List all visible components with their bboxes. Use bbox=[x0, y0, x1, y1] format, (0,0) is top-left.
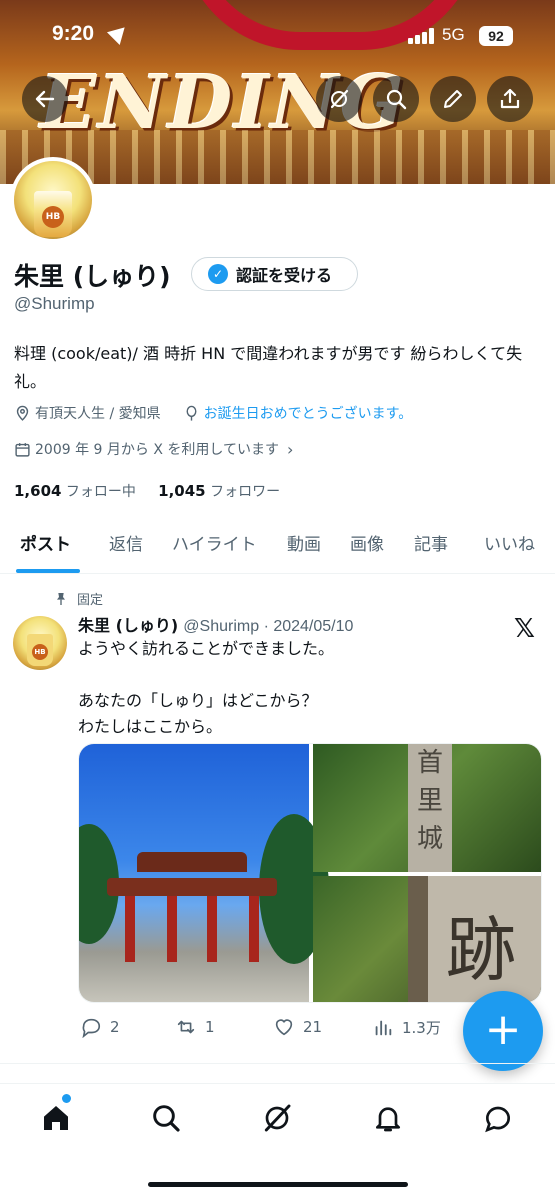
following-count: 1,604 bbox=[14, 482, 62, 500]
tab-photos[interactable]: 画像 bbox=[350, 530, 384, 555]
post-handle-date: @Shurimp · 2024/05/10 bbox=[183, 618, 354, 635]
share-button[interactable] bbox=[487, 76, 533, 122]
profile-link[interactable]: お誕生日おめでとうございます。 bbox=[204, 403, 413, 423]
home-indicator bbox=[148, 1182, 408, 1187]
battery-indicator: 92 bbox=[479, 26, 513, 46]
repost-button[interactable]: 1 bbox=[175, 1016, 215, 1038]
reply-icon bbox=[82, 1018, 101, 1038]
tab-posts[interactable]: ポスト bbox=[20, 530, 71, 555]
compose-post-button[interactable]: + bbox=[463, 991, 543, 1071]
post-media-grid: 首里城 跡 bbox=[78, 743, 542, 1003]
post-header: 朱里 (しゅり) @Shurimp · 2024/05/10 bbox=[78, 612, 353, 636]
nav-search[interactable] bbox=[146, 1098, 186, 1138]
views-button[interactable]: 1.3万 bbox=[372, 1016, 441, 1038]
grok-button[interactable] bbox=[316, 76, 362, 122]
profile-meta-row: 有頂天人生 / 愛知県 お誕生日おめでとうございます。 bbox=[14, 403, 412, 423]
pinned-label: 固定 bbox=[77, 593, 104, 608]
location-arrow-icon bbox=[106, 20, 132, 46]
nav-home[interactable] bbox=[36, 1098, 76, 1138]
search-button[interactable] bbox=[373, 76, 419, 122]
joined-date: 2009 年 9 月から X を利用しています bbox=[35, 442, 279, 458]
search-icon bbox=[153, 1105, 180, 1132]
grok-icon bbox=[264, 1104, 291, 1132]
network-type: 5G bbox=[442, 25, 465, 44]
bell-icon bbox=[376, 1107, 400, 1132]
signal-icon bbox=[408, 28, 434, 44]
post-image-stone-carving[interactable]: 跡 bbox=[313, 876, 541, 1002]
grok-icon bbox=[330, 89, 349, 109]
followers-count: 1,045 bbox=[158, 482, 206, 500]
tab-likes[interactable]: いいね bbox=[484, 530, 535, 555]
tab-videos[interactable]: 動画 bbox=[287, 530, 321, 555]
location-pin-icon bbox=[16, 405, 29, 421]
profile-location: 有頂天人生 / 愛知県 bbox=[35, 406, 161, 422]
status-time: 9:20 bbox=[52, 22, 95, 45]
tab-replies[interactable]: 返信 bbox=[109, 530, 143, 555]
post-divider bbox=[0, 1063, 555, 1064]
repost-count: 1 bbox=[205, 1018, 215, 1036]
tab-articles[interactable]: 記事 bbox=[414, 530, 448, 555]
pencil-icon bbox=[444, 90, 462, 108]
analytics-icon bbox=[375, 1020, 392, 1036]
calendar-icon bbox=[15, 442, 30, 457]
like-count: 21 bbox=[303, 1018, 323, 1036]
followers-link[interactable]: 1,045 フォロワー bbox=[158, 482, 281, 500]
post-avatar[interactable]: HB bbox=[13, 616, 67, 670]
home-icon bbox=[44, 1106, 68, 1130]
profile-avatar[interactable]: HB bbox=[10, 157, 96, 243]
profile-tabs: ポスト 返信 ハイライト 動画 画像 記事 いいね bbox=[0, 520, 555, 574]
pin-icon bbox=[57, 592, 65, 605]
balloon-icon bbox=[186, 405, 197, 421]
get-verified-label: 認証を受ける bbox=[236, 266, 333, 285]
repost-icon bbox=[177, 1020, 195, 1034]
get-verified-button[interactable]: ✓ 認証を受ける bbox=[191, 257, 358, 291]
profile-name: 朱里 (しゅり) bbox=[14, 262, 171, 291]
chevron-right-icon: › bbox=[286, 439, 294, 459]
home-notification-dot bbox=[62, 1094, 71, 1103]
reply-count: 2 bbox=[110, 1018, 120, 1036]
like-button[interactable]: 21 bbox=[273, 1016, 322, 1038]
status-bar: 9:20 5G 92 bbox=[0, 20, 555, 52]
post-text: ようやく訪れることができました。 あなたの「しゅり」はどこから？ わたしはここか… bbox=[78, 639, 335, 736]
tab-highlights[interactable]: ハイライト bbox=[172, 530, 257, 555]
heart-icon bbox=[275, 1019, 293, 1036]
followers-label: フォロワー bbox=[210, 484, 281, 500]
nav-grok[interactable] bbox=[257, 1098, 297, 1138]
follow-stats: 1,604 フォロー中 1,045 フォロワー bbox=[14, 481, 280, 501]
search-icon bbox=[386, 89, 407, 110]
nav-notifications[interactable] bbox=[368, 1098, 408, 1138]
pinned-indicator: 固定 bbox=[53, 589, 103, 608]
post-author[interactable]: 朱里 (しゅり) bbox=[78, 616, 178, 635]
profile-handle: @Shurimp bbox=[14, 294, 95, 313]
share-icon bbox=[500, 88, 520, 109]
edit-button[interactable] bbox=[430, 76, 476, 122]
verified-badge-icon: ✓ bbox=[208, 264, 228, 284]
view-count: 1.3万 bbox=[402, 1018, 441, 1037]
back-button[interactable] bbox=[22, 76, 68, 122]
active-tab-indicator bbox=[16, 569, 80, 573]
post-image-gate[interactable] bbox=[79, 744, 329, 1002]
following-label: フォロー中 bbox=[65, 484, 136, 500]
reply-button[interactable]: 2 bbox=[80, 1016, 120, 1038]
following-link[interactable]: 1,604 フォロー中 bbox=[14, 482, 136, 500]
message-icon bbox=[485, 1106, 511, 1133]
arrow-left-icon bbox=[35, 90, 55, 108]
joined-row[interactable]: 2009 年 9 月から X を利用しています › bbox=[14, 439, 293, 459]
profile-bio: 料理 (cook/eat)/ 酒 時折 HN で間違われますが男です 紛らわしく… bbox=[14, 344, 523, 391]
plus-icon: + bbox=[484, 1004, 522, 1055]
nav-messages[interactable] bbox=[478, 1098, 518, 1138]
post-image-stone-pillar[interactable]: 首里城 bbox=[313, 744, 541, 872]
